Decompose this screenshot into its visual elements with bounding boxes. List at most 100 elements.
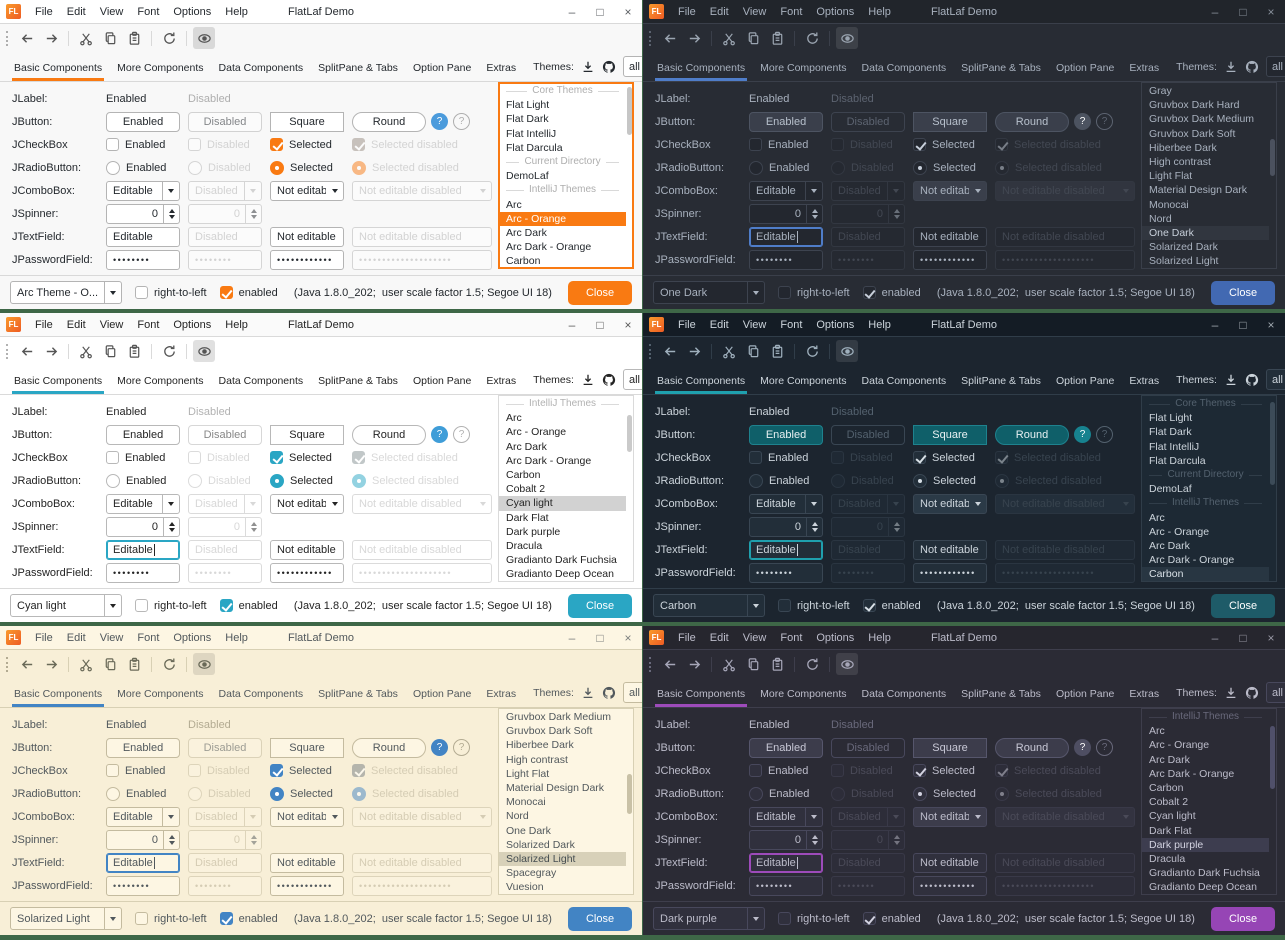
tab-basic-components[interactable]: Basic Components — [655, 55, 747, 81]
tab-more-components[interactable]: More Components — [115, 681, 205, 707]
cut-icon[interactable] — [75, 653, 97, 675]
checkbox-checked-icon[interactable] — [220, 286, 233, 299]
menu-options[interactable]: Options — [166, 316, 218, 334]
theme-list-item[interactable]: DemoLaf — [1142, 482, 1269, 496]
theme-list-item[interactable]: Hiberbee Dark — [1142, 141, 1269, 155]
help-icon[interactable]: ? — [431, 739, 448, 756]
tab-more-components[interactable]: More Components — [758, 368, 848, 394]
close-button[interactable]: Close — [568, 281, 632, 305]
jtextfield-editable[interactable]: Editable — [749, 853, 823, 873]
back-icon[interactable] — [659, 340, 681, 362]
combobox-editable[interactable]: Editable — [749, 181, 823, 201]
radio-selected[interactable]: Selected — [913, 474, 987, 488]
list-scrollbar-thumb[interactable] — [1270, 402, 1275, 485]
theme-list-item[interactable]: Flat Darcula — [1142, 454, 1269, 468]
menu-options[interactable]: Options — [166, 3, 218, 21]
combobox-not-editable[interactable]: Not editable — [270, 807, 344, 827]
radio-selected[interactable]: Selected — [270, 161, 344, 175]
spinner-enabled[interactable]: 0 — [749, 517, 823, 537]
close-button[interactable]: Close — [1211, 281, 1275, 305]
menu-help[interactable]: Help — [218, 316, 255, 334]
theme-list-item[interactable]: Arc Dark — [1142, 753, 1269, 767]
checkbox-checked-icon[interactable] — [863, 912, 876, 925]
list-scrollbar[interactable] — [626, 709, 633, 894]
chevron-down-icon[interactable] — [162, 808, 179, 826]
refresh-icon[interactable] — [158, 653, 180, 675]
square-button[interactable]: Square — [913, 425, 987, 445]
menu-edit[interactable]: Edit — [703, 316, 736, 334]
copy-icon[interactable] — [99, 340, 121, 362]
copy-icon[interactable] — [742, 27, 764, 49]
show-eye-icon[interactable] — [836, 27, 858, 49]
enabled-checkbox[interactable]: enabled — [863, 912, 921, 925]
close-window-button[interactable]: × — [614, 313, 642, 337]
theme-list-item[interactable]: Dark purple — [499, 525, 626, 539]
theme-filter-combo[interactable]: all — [623, 682, 642, 703]
combobox-not-editable[interactable]: Not editable — [270, 494, 344, 514]
menu-font[interactable]: Font — [130, 316, 166, 334]
maximize-button[interactable]: □ — [586, 626, 614, 650]
enabled-checkbox[interactable]: enabled — [220, 912, 278, 925]
spinner-arrows-icon[interactable] — [806, 205, 822, 223]
theme-list-item[interactable]: Monocai — [499, 795, 626, 809]
chevron-down-icon[interactable] — [969, 182, 986, 200]
help-icon[interactable]: ? — [1096, 739, 1113, 756]
show-eye-icon[interactable] — [193, 27, 215, 49]
github-icon[interactable] — [1245, 686, 1259, 700]
theme-list-item[interactable]: Nord — [1142, 212, 1269, 226]
radio-checked-icon[interactable] — [270, 787, 284, 801]
help-icon[interactable]: ? — [453, 739, 470, 756]
checkbox-icon[interactable] — [106, 451, 119, 464]
theme-list-item[interactable]: Cyan light — [499, 496, 626, 510]
radio-enabled[interactable]: Enabled — [749, 787, 823, 801]
theme-list-item[interactable]: Arc — [499, 411, 626, 425]
jpasswordfield-editable[interactable]: •••••••• — [749, 250, 823, 270]
checkbox-checked-icon[interactable] — [270, 138, 283, 151]
theme-list-item[interactable]: Gruvbox Dark Medium — [1142, 112, 1269, 126]
theme-list-item[interactable]: Gradianto Deep Ocean — [1142, 880, 1269, 894]
spinner-arrows-icon[interactable] — [806, 831, 822, 849]
square-button[interactable]: Square — [913, 112, 987, 132]
theme-list-item[interactable]: Flat IntelliJ — [499, 127, 626, 141]
help-icon[interactable]: ? — [1074, 426, 1091, 443]
menu-options[interactable]: Options — [809, 3, 861, 21]
github-icon[interactable] — [1245, 60, 1259, 74]
show-eye-icon[interactable] — [193, 340, 215, 362]
menu-help[interactable]: Help — [218, 629, 255, 647]
close-window-button[interactable]: × — [614, 626, 642, 650]
minimize-button[interactable]: – — [558, 313, 586, 337]
theme-list-item[interactable]: Dark purple — [1142, 838, 1269, 852]
tab-splitpane-tabs[interactable]: SplitPane & Tabs — [316, 55, 400, 81]
menu-view[interactable]: View — [93, 629, 131, 647]
square-button[interactable]: Square — [270, 112, 344, 132]
theme-list-item[interactable]: Cyan light — [1142, 809, 1269, 823]
theme-list-item[interactable]: Light Flat — [499, 767, 626, 781]
paste-icon[interactable] — [766, 340, 788, 362]
checkbox-checked-icon[interactable] — [913, 138, 926, 151]
radio-checked-icon[interactable] — [913, 787, 927, 801]
enabled-checkbox[interactable]: enabled — [863, 286, 921, 299]
chevron-down-icon[interactable] — [747, 595, 764, 616]
combobox-not-editable[interactable]: Not editable — [913, 181, 987, 201]
checkbox-icon[interactable] — [135, 286, 148, 299]
paste-icon[interactable] — [766, 27, 788, 49]
github-icon[interactable] — [602, 60, 616, 74]
list-scrollbar-thumb[interactable] — [627, 774, 632, 815]
download-icon[interactable] — [581, 686, 595, 700]
spinner-arrows-icon[interactable] — [163, 831, 179, 849]
radio-checked-icon[interactable] — [270, 474, 284, 488]
theme-select-combo[interactable]: Dark purple — [653, 907, 765, 930]
checkbox-enabled[interactable]: Enabled — [749, 764, 823, 777]
radio-icon[interactable] — [106, 161, 120, 175]
tab-more-components[interactable]: More Components — [115, 55, 205, 81]
theme-list-item[interactable]: Vuesion — [499, 880, 626, 894]
maximize-button[interactable]: □ — [1229, 313, 1257, 337]
theme-list-item[interactable]: Nord — [499, 809, 626, 823]
checkbox-selected[interactable]: Selected — [913, 451, 987, 464]
checkbox-enabled[interactable]: Enabled — [106, 764, 180, 777]
cut-icon[interactable] — [718, 653, 740, 675]
jpasswordfield-editable[interactable]: •••••••• — [749, 876, 823, 896]
tab-extras[interactable]: Extras — [484, 55, 518, 81]
theme-list-item[interactable]: Gruvbox Dark Soft — [1142, 127, 1269, 141]
tab-data-components[interactable]: Data Components — [860, 681, 949, 707]
